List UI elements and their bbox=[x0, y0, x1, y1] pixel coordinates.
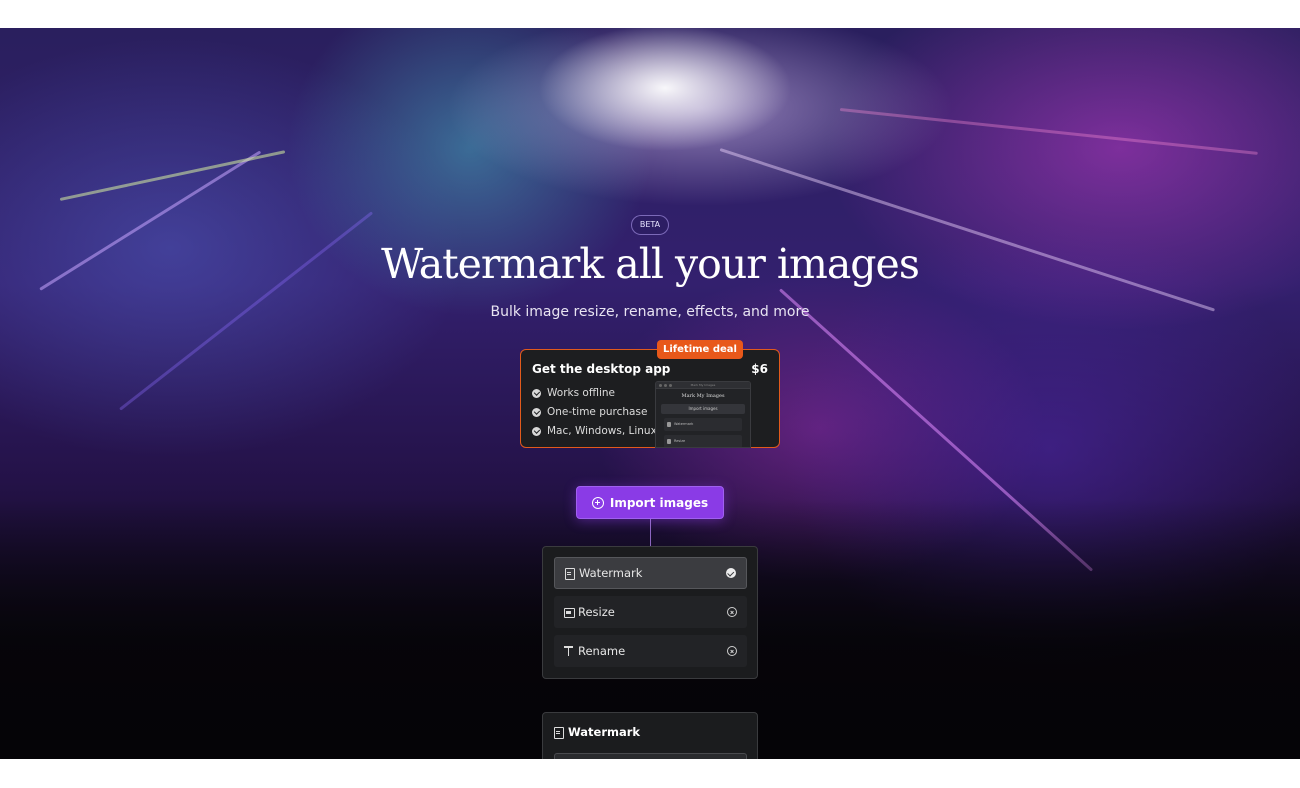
operations-panel: Watermark Resize Rename bbox=[542, 546, 758, 679]
operation-label: Rename bbox=[578, 644, 626, 658]
operation-item-resize[interactable]: Resize bbox=[554, 596, 747, 628]
operation-item-watermark[interactable]: Watermark bbox=[554, 557, 747, 589]
operation-label: Watermark bbox=[579, 566, 643, 580]
feature-label: Mac, Windows, Linux bbox=[547, 425, 657, 437]
remove-icon[interactable] bbox=[727, 607, 737, 617]
hero-section: BETA Watermark all your images Bulk imag… bbox=[0, 28, 1300, 759]
selected-check-icon bbox=[726, 568, 736, 578]
preview-title: Mark My Images bbox=[681, 393, 725, 399]
feature-item: Mac, Windows, Linux bbox=[532, 425, 657, 437]
feature-item: One-time purchase bbox=[532, 406, 647, 418]
check-circle-icon bbox=[532, 388, 541, 398]
desktop-app-deal-card[interactable]: Lifetime deal Get the desktop app $6 Wor… bbox=[520, 340, 780, 448]
beta-badge: BETA bbox=[631, 215, 669, 235]
document-icon bbox=[554, 727, 564, 739]
feature-item: Works offline bbox=[532, 387, 615, 399]
preview-row: Resize bbox=[664, 435, 742, 447]
page-title: Watermark all your images bbox=[381, 240, 920, 288]
preview-row: Watermark bbox=[664, 418, 742, 431]
image-icon bbox=[564, 607, 575, 618]
lifetime-deal-badge: Lifetime deal bbox=[657, 340, 743, 359]
import-images-label: Import images bbox=[609, 495, 709, 510]
plus-circle-icon bbox=[591, 496, 604, 509]
preview-window-bar: Mark My Images bbox=[656, 382, 750, 389]
text-icon bbox=[564, 646, 573, 656]
preview-window-title: Mark My Images bbox=[690, 383, 716, 387]
watermark-panel-title: Watermark bbox=[568, 725, 641, 739]
feature-label: One-time purchase bbox=[547, 406, 648, 418]
remove-icon[interactable] bbox=[727, 646, 737, 656]
watermark-settings-panel: Watermark bbox=[542, 712, 758, 759]
watermark-panel-header: Watermark bbox=[554, 725, 640, 739]
preview-import-button: Import images bbox=[661, 404, 745, 414]
import-images-button[interactable]: Import images bbox=[576, 486, 724, 519]
page-subtitle: Bulk image resize, rename, effects, and … bbox=[490, 304, 810, 320]
check-circle-icon bbox=[532, 426, 541, 436]
deal-price: $6 bbox=[751, 362, 768, 376]
document-icon bbox=[565, 568, 575, 580]
operation-item-rename[interactable]: Rename bbox=[554, 635, 747, 667]
deal-title: Get the desktop app bbox=[532, 362, 671, 376]
feature-label: Works offline bbox=[547, 387, 616, 399]
flow-connector-line bbox=[650, 519, 651, 546]
check-circle-icon bbox=[532, 407, 541, 417]
app-preview-thumbnail: Mark My Images Mark My Images Import ima… bbox=[655, 381, 751, 448]
watermark-option-field[interactable] bbox=[554, 753, 747, 759]
operation-label: Resize bbox=[578, 605, 615, 619]
